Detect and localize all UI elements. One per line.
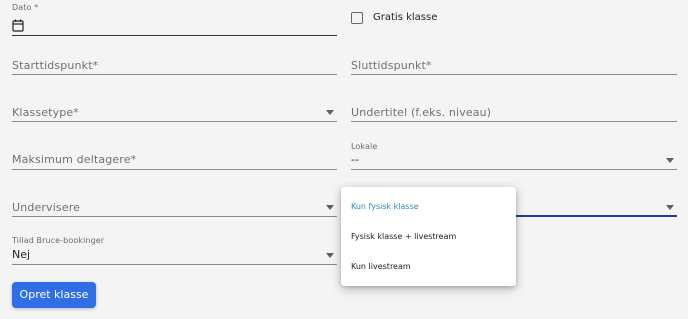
date-label: Dato * — [12, 3, 39, 12]
instructors-placeholder: Undervisere — [12, 201, 81, 214]
venue-value: -- — [351, 153, 359, 166]
create-class-button[interactable]: Opret klasse — [12, 282, 96, 308]
venue-label: Lokale — [351, 142, 378, 151]
chevron-down-icon — [666, 205, 674, 210]
date-field[interactable] — [12, 16, 337, 36]
menu-option-livestream-only[interactable]: Kun livestream — [351, 262, 411, 271]
max-participants-placeholder: Maksimum deltagere* — [12, 153, 137, 166]
subtitle-field[interactable]: Undertitel (f.eks. niveau) — [351, 103, 677, 122]
chevron-down-icon — [666, 158, 674, 163]
start-time-placeholder: Starttidspunkt* — [12, 59, 99, 72]
free-class-label: Gratis klasse — [373, 12, 438, 23]
end-time-placeholder: Sluttidspunkt* — [351, 59, 432, 72]
stream-type-menu: Kun fysisk klasse Fysisk klasse + livest… — [341, 187, 516, 286]
class-type-select[interactable]: Klassetype* — [12, 103, 337, 122]
menu-option-physical-livestream[interactable]: Fysisk klasse + livestream — [351, 232, 456, 241]
start-time-field[interactable]: Starttidspunkt* — [12, 56, 337, 75]
calendar-icon[interactable] — [12, 17, 24, 36]
bruce-bookings-select[interactable]: Nej — [12, 248, 337, 265]
max-participants-field[interactable]: Maksimum deltagere* — [12, 150, 337, 170]
bruce-bookings-label: Tillad Bruce-bookinger — [12, 236, 105, 245]
free-class-checkbox[interactable] — [351, 12, 363, 24]
venue-select[interactable]: -- — [351, 153, 677, 170]
instructors-select[interactable]: Undervisere — [12, 198, 337, 217]
chevron-down-icon — [326, 253, 334, 258]
chevron-down-icon — [326, 110, 334, 115]
class-type-placeholder: Klassetype* — [12, 106, 79, 119]
subtitle-placeholder: Undertitel (f.eks. niveau) — [351, 106, 492, 119]
end-time-field[interactable]: Sluttidspunkt* — [351, 56, 677, 75]
bruce-bookings-value: Nej — [12, 248, 31, 261]
menu-option-physical-only[interactable]: Kun fysisk klasse — [351, 202, 419, 211]
chevron-down-icon — [326, 205, 334, 210]
